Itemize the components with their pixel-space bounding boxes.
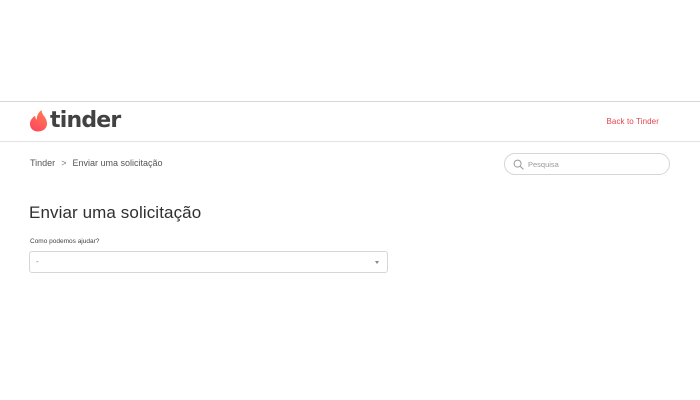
search-icon: [513, 159, 524, 170]
chevron-down-icon: [375, 261, 379, 264]
site-header: tinder Back to Tinder: [0, 101, 700, 142]
breadcrumb: Tinder > Enviar uma solicitação: [30, 158, 163, 168]
search-box[interactable]: [504, 153, 670, 175]
back-to-tinder-link[interactable]: Back to Tinder: [606, 117, 659, 126]
help-topic-label: Como podemos ajudar?: [30, 238, 100, 245]
brand-wordmark: tinder: [50, 108, 121, 133]
breadcrumb-separator: >: [61, 158, 67, 168]
help-topic-select[interactable]: -: [29, 251, 388, 273]
tinder-logo[interactable]: tinder: [29, 108, 121, 134]
select-value: -: [36, 257, 39, 266]
flame-icon: [30, 110, 47, 132]
page-title: Enviar uma solicitação: [29, 203, 202, 222]
search-input[interactable]: [528, 159, 658, 169]
breadcrumb-item-current[interactable]: Enviar uma solicitação: [72, 158, 162, 168]
breadcrumb-item-tinder[interactable]: Tinder: [30, 158, 55, 168]
